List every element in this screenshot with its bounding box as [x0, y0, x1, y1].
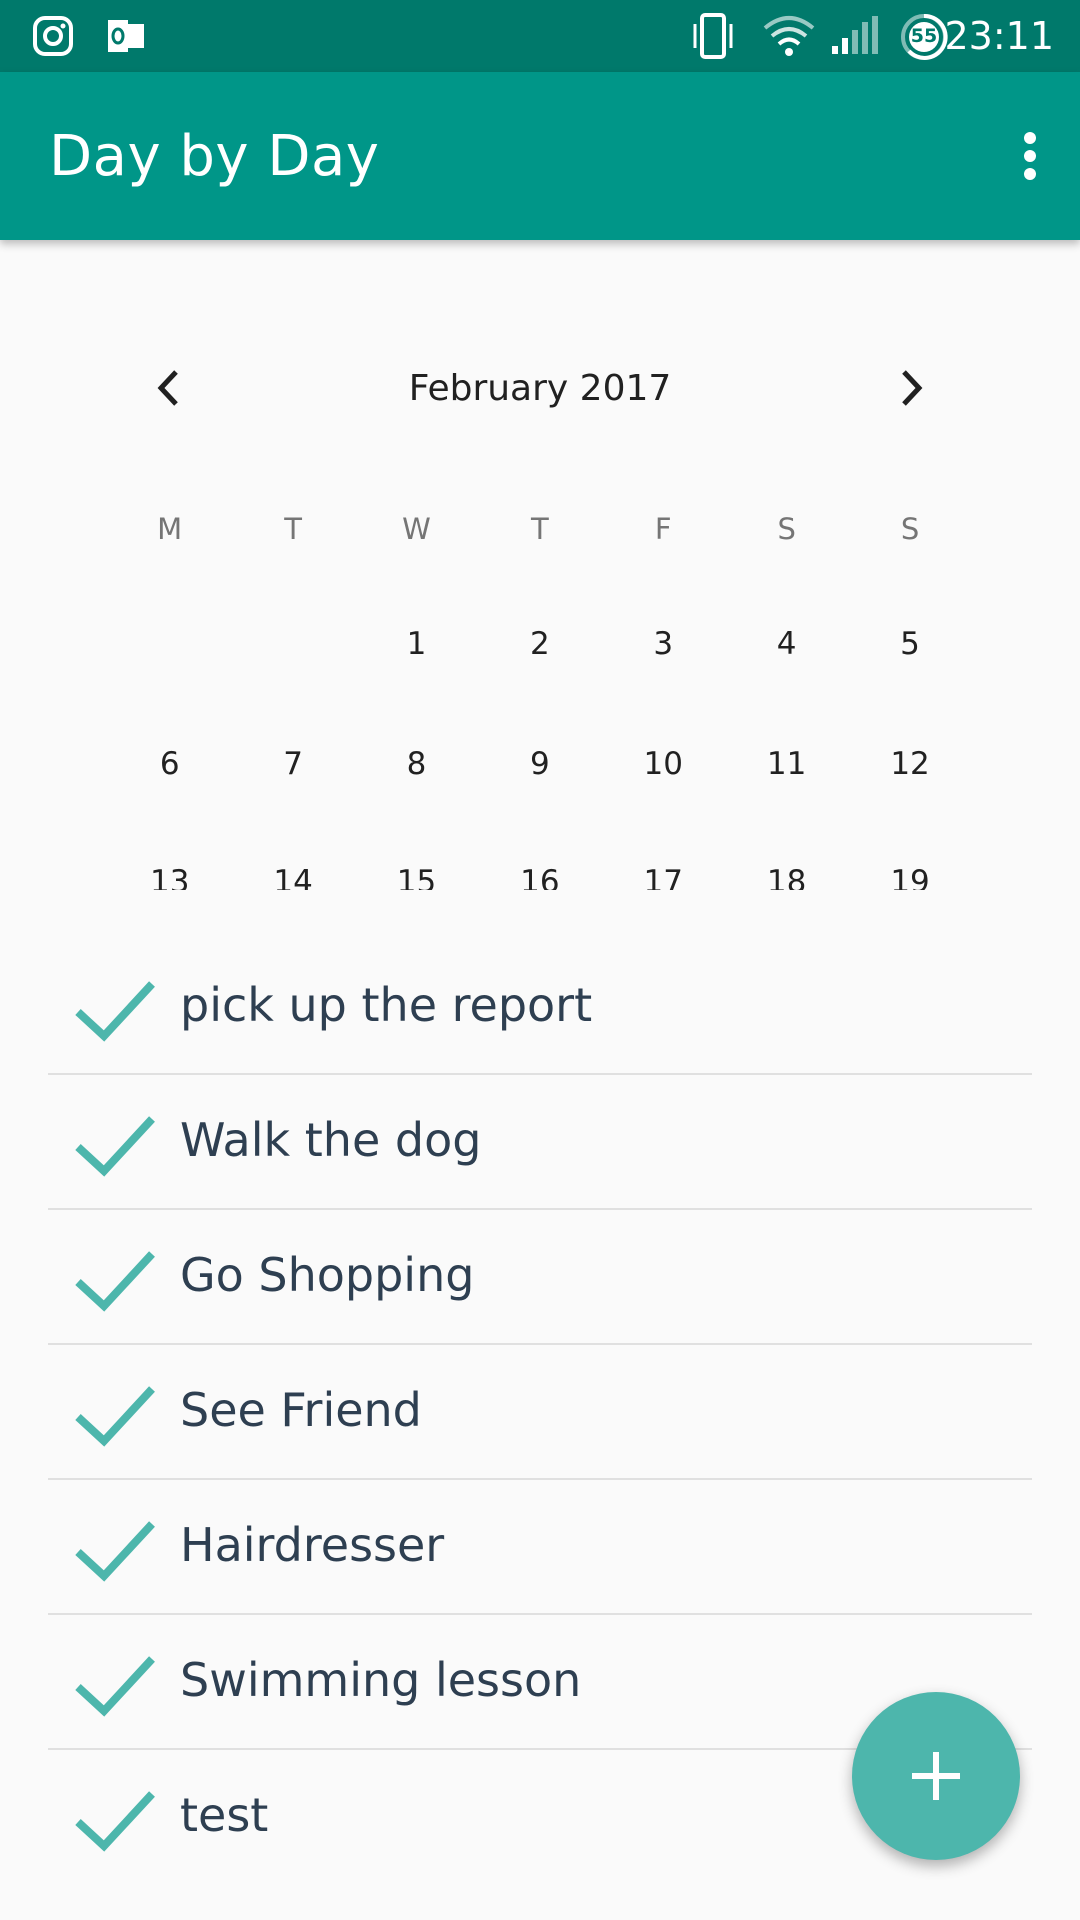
- calendar-week-row: 13 14 15 16 17 18 19: [108, 864, 972, 890]
- status-bar: 55 23:11: [0, 0, 1080, 72]
- calendar-day[interactable]: 14: [231, 864, 354, 890]
- task-label: Go Shopping: [180, 1248, 475, 1302]
- status-time: 23:11: [944, 14, 1054, 58]
- weekday-label: T: [531, 512, 549, 546]
- task-label: See Friend: [180, 1383, 422, 1437]
- task-label: Swimming lesson: [180, 1653, 582, 1707]
- add-task-button[interactable]: [852, 1692, 1020, 1860]
- calendar: February 2017 M T W T F S S 1 2 3 4 5 6 …: [0, 240, 1080, 890]
- battery-level: 55: [910, 25, 938, 47]
- checkmark-icon[interactable]: [74, 1516, 156, 1586]
- calendar-day[interactable]: 19: [848, 864, 971, 890]
- task-item[interactable]: pick up the report: [0, 940, 1080, 1075]
- task-item[interactable]: Walk the dog: [0, 1075, 1080, 1210]
- weekday-label: M: [157, 512, 183, 546]
- weekday-label: W: [402, 512, 431, 546]
- calendar-day[interactable]: 5: [848, 626, 971, 662]
- calendar-day[interactable]: 12: [848, 746, 971, 782]
- weekday-label: F: [654, 512, 672, 546]
- calendar-week-row: 6 7 8 9 10 11 12: [108, 746, 972, 782]
- vibrate-icon: [693, 13, 733, 59]
- task-label: Hairdresser: [180, 1518, 445, 1572]
- calendar-day[interactable]: 16: [478, 864, 601, 890]
- calendar-day[interactable]: 3: [602, 626, 725, 662]
- checkmark-icon[interactable]: [74, 1786, 156, 1856]
- checkmark-icon[interactable]: [74, 1651, 156, 1721]
- calendar-day[interactable]: 9: [478, 746, 601, 782]
- weekday-header-row: M T W T F S S: [108, 512, 972, 546]
- calendar-day[interactable]: 6: [108, 746, 231, 782]
- app-bar: Day by Day: [0, 72, 1080, 240]
- task-label: Walk the dog: [180, 1113, 482, 1167]
- calendar-day[interactable]: 15: [355, 864, 478, 890]
- checkmark-icon[interactable]: [74, 1246, 156, 1316]
- checkmark-icon[interactable]: [74, 976, 156, 1046]
- weekday-label: S: [777, 512, 796, 546]
- task-item[interactable]: See Friend: [0, 1345, 1080, 1480]
- task-label: pick up the report: [180, 978, 593, 1032]
- calendar-day[interactable]: 2: [478, 626, 601, 662]
- calendar-day[interactable]: 8: [355, 746, 478, 782]
- calendar-day[interactable]: 18: [725, 864, 848, 890]
- add-icon: [912, 1752, 960, 1800]
- calendar-day[interactable]: 4: [725, 626, 848, 662]
- calendar-day: [108, 626, 231, 662]
- task-item[interactable]: Hairdresser: [0, 1480, 1080, 1615]
- calendar-week-row: 1 2 3 4 5: [108, 626, 972, 662]
- signal-icon: [832, 16, 878, 54]
- calendar-day[interactable]: 17: [602, 864, 725, 890]
- wifi-icon: [763, 16, 815, 56]
- weekday-label: S: [900, 512, 920, 546]
- calendar-day[interactable]: 13: [108, 864, 231, 890]
- task-item[interactable]: Go Shopping: [0, 1210, 1080, 1345]
- calendar-day: [231, 626, 354, 662]
- task-label: test: [180, 1788, 269, 1842]
- outlook-icon: [108, 20, 144, 52]
- battery-icon: 55: [900, 13, 948, 61]
- weekday-label: T: [284, 512, 302, 546]
- calendar-day[interactable]: 7: [231, 746, 354, 782]
- app-title: Day by Day: [49, 124, 380, 189]
- next-month-button[interactable]: [880, 358, 940, 418]
- calendar-day[interactable]: 10: [602, 746, 725, 782]
- more-vert-icon[interactable]: [1002, 128, 1058, 184]
- calendar-day[interactable]: 11: [725, 746, 848, 782]
- checkmark-icon[interactable]: [74, 1111, 156, 1181]
- calendar-day[interactable]: 1: [355, 626, 478, 662]
- instagram-icon: [33, 16, 73, 56]
- checkmark-icon[interactable]: [74, 1381, 156, 1451]
